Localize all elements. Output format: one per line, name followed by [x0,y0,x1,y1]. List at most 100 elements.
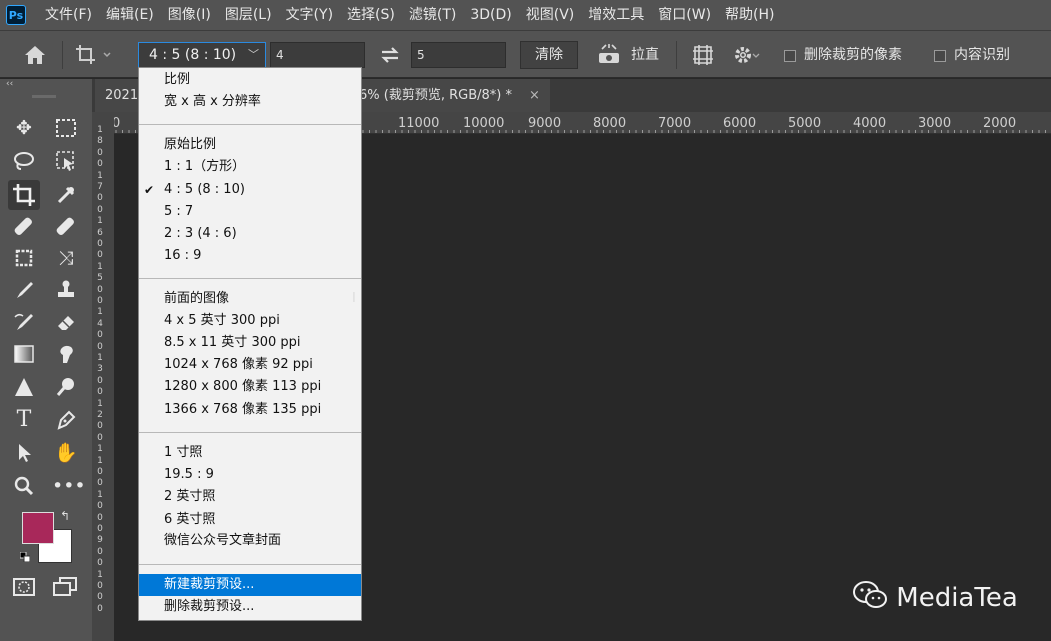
ruler-digit: 0 [97,284,103,295]
ruler-digit: 2 [97,410,103,420]
ruler-digit: 0 [97,478,103,489]
ruler-digit: 1 [97,444,103,455]
dropdown-item-ratio[interactable]: 比例 [139,69,361,91]
foreground-color-swatch[interactable] [22,512,54,544]
ruler-digit: 4 [97,318,103,329]
menu-image[interactable]: 图像(I) [161,0,218,30]
dropdown-item-1366x768[interactable]: 1366 x 768 像素 135 ppi [139,399,361,421]
swap-icon[interactable] [378,43,402,67]
menu-3d[interactable]: 3D(D) [463,0,518,30]
frame-tool-icon[interactable] [10,245,38,271]
crop-tool-icon[interactable] [8,180,40,210]
dropdown-item-wechat-cover[interactable]: 微信公众号文章封面 [139,530,361,552]
dropdown-item-5-7[interactable]: 5 : 7 [139,201,361,223]
dropdown-item-1024x768[interactable]: 1024 x 768 像素 92 ppi [139,354,361,376]
dropdown-item-2-3[interactable]: 2 : 3 (4 : 6) [139,223,361,245]
quick-mask-icon[interactable] [12,577,36,597]
dropdown-separator [139,124,361,125]
path-select-tool-icon[interactable] [10,440,38,466]
menu-layer[interactable]: 图层(L) [218,0,279,30]
object-select-tool-icon[interactable] [52,148,80,174]
ruler-digit: 1 [97,353,103,363]
dropdown-item-4-5[interactable]: ✔ 4 : 5 (8 : 10) [139,179,361,201]
panel-grip[interactable] [32,95,56,98]
dropdown-item-1-1[interactable]: 1 : 1（方形） [139,156,361,178]
ruler-digit: 7 [97,182,103,192]
delete-cropped-label[interactable]: 删除裁剪的像素 [804,45,902,65]
dropdown-item-new-preset[interactable]: 新建裁剪预设... [139,574,361,596]
ratio-select[interactable]: 4 : 5 (8 : 10) ﹀ [138,42,266,68]
dropdown-item-1-inch-photo[interactable]: 1 寸照 [139,442,361,464]
menu-plugins[interactable]: 增效工具 [581,0,651,30]
dropdown-item-2-inch-photo[interactable]: 2 英寸照 [139,486,361,508]
smudge-tool-icon[interactable] [52,341,80,367]
dropdown-item-original-ratio[interactable]: 原始比例 [139,134,361,156]
dropdown-item-6-inch-photo[interactable]: 6 英寸照 [139,509,361,531]
height-field[interactable]: 5 [411,42,506,68]
stamp-tool-icon[interactable] [52,277,80,303]
width-field[interactable]: 4 [270,42,365,68]
content-aware-checkbox[interactable] [934,50,946,62]
dropdown-item-1280x800[interactable]: 1280 x 800 像素 113 ppi [139,376,361,398]
eyedropper-tool-icon[interactable] [52,182,80,208]
brush-tool-icon[interactable] [10,277,38,303]
dropdown-item-wxhxres[interactable]: 宽 x 高 x 分辨率 [139,91,361,113]
watermark: MediaTea [852,580,1018,613]
dropdown-item-19-5-9[interactable]: 19.5 : 9 [139,464,361,486]
pen-fill-icon[interactable] [10,374,38,400]
ruler-digit: 0 [97,467,103,477]
pen-tool-icon[interactable] [52,407,80,433]
gradient-tool-icon[interactable] [10,341,38,367]
hand-tool-icon[interactable]: ✋ [52,440,80,466]
straighten-icon[interactable] [596,43,622,67]
straighten-label[interactable]: 拉直 [631,45,659,65]
gear-icon[interactable] [733,44,761,66]
ruler-digit: 0 [97,421,103,432]
content-aware-move-icon[interactable]: ⤨ [52,245,80,271]
delete-cropped-checkbox[interactable] [784,50,796,62]
ruler-digit: 0 [97,159,103,170]
swap-colors-icon[interactable]: ↰ [60,509,70,523]
grid-overlay-icon[interactable] [691,43,715,67]
ruler-digit: 0 [97,147,103,158]
ruler-digit: 0 [97,524,103,534]
clear-button[interactable]: 清除 [520,41,578,69]
brush-healing-alt-icon[interactable] [52,214,80,240]
menu-edit[interactable]: 编辑(E) [99,0,161,30]
dropdown-item-delete-preset[interactable]: 删除裁剪预设... [139,596,361,618]
close-icon[interactable]: × [529,79,540,112]
menu-help[interactable]: 帮助(H) [718,0,781,30]
ruler-digit: 5 [97,273,103,284]
lasso-tool-icon[interactable] [10,148,38,174]
dropdown-item-16-9[interactable]: 16 : 9 [139,245,361,267]
ruler-digit: 0 [97,512,103,523]
zoom-tool-icon[interactable] [10,473,38,499]
eraser-tool-icon[interactable] [52,309,80,335]
ruler-digit: 0 [97,239,103,249]
ruler-digit: 0 [97,387,103,398]
dropdown-item-4x5-300[interactable]: 4 x 5 英寸 300 ppi [139,310,361,332]
home-icon[interactable] [22,43,48,67]
menu-select[interactable]: 选择(S) [340,0,402,30]
healing-brush-tool-icon[interactable] [10,214,38,240]
menu-file[interactable]: 文件(F) [38,0,99,30]
content-aware-label[interactable]: 内容识别 [954,45,1010,65]
history-brush-icon[interactable] [10,309,38,335]
menu-window[interactable]: 窗口(W) [651,0,718,30]
menu-filter[interactable]: 滤镜(T) [402,0,463,30]
text-cursor-icon: I [352,291,356,306]
crop-tool-preset-icon[interactable] [74,43,114,67]
more-tools-icon[interactable]: ••• [52,473,86,499]
screen-mode-icon[interactable] [52,577,78,597]
move-tool-icon[interactable]: ✥ [10,115,38,141]
marquee-tool-icon[interactable] [52,115,80,141]
default-colors-icon[interactable] [19,551,31,563]
dodge-tool-icon[interactable] [52,374,80,400]
ruler-digit: 8 [97,136,103,147]
menu-view[interactable]: 视图(V) [519,0,582,30]
type-tool-icon[interactable]: T [10,407,38,433]
collapse-icon[interactable]: ‹‹ [6,79,13,89]
dropdown-item-8-5x11-300[interactable]: 8.5 x 11 英寸 300 ppi [139,332,361,354]
menu-type[interactable]: 文字(Y) [279,0,340,30]
dropdown-item-front-image[interactable]: 前面的图像 [139,288,361,310]
